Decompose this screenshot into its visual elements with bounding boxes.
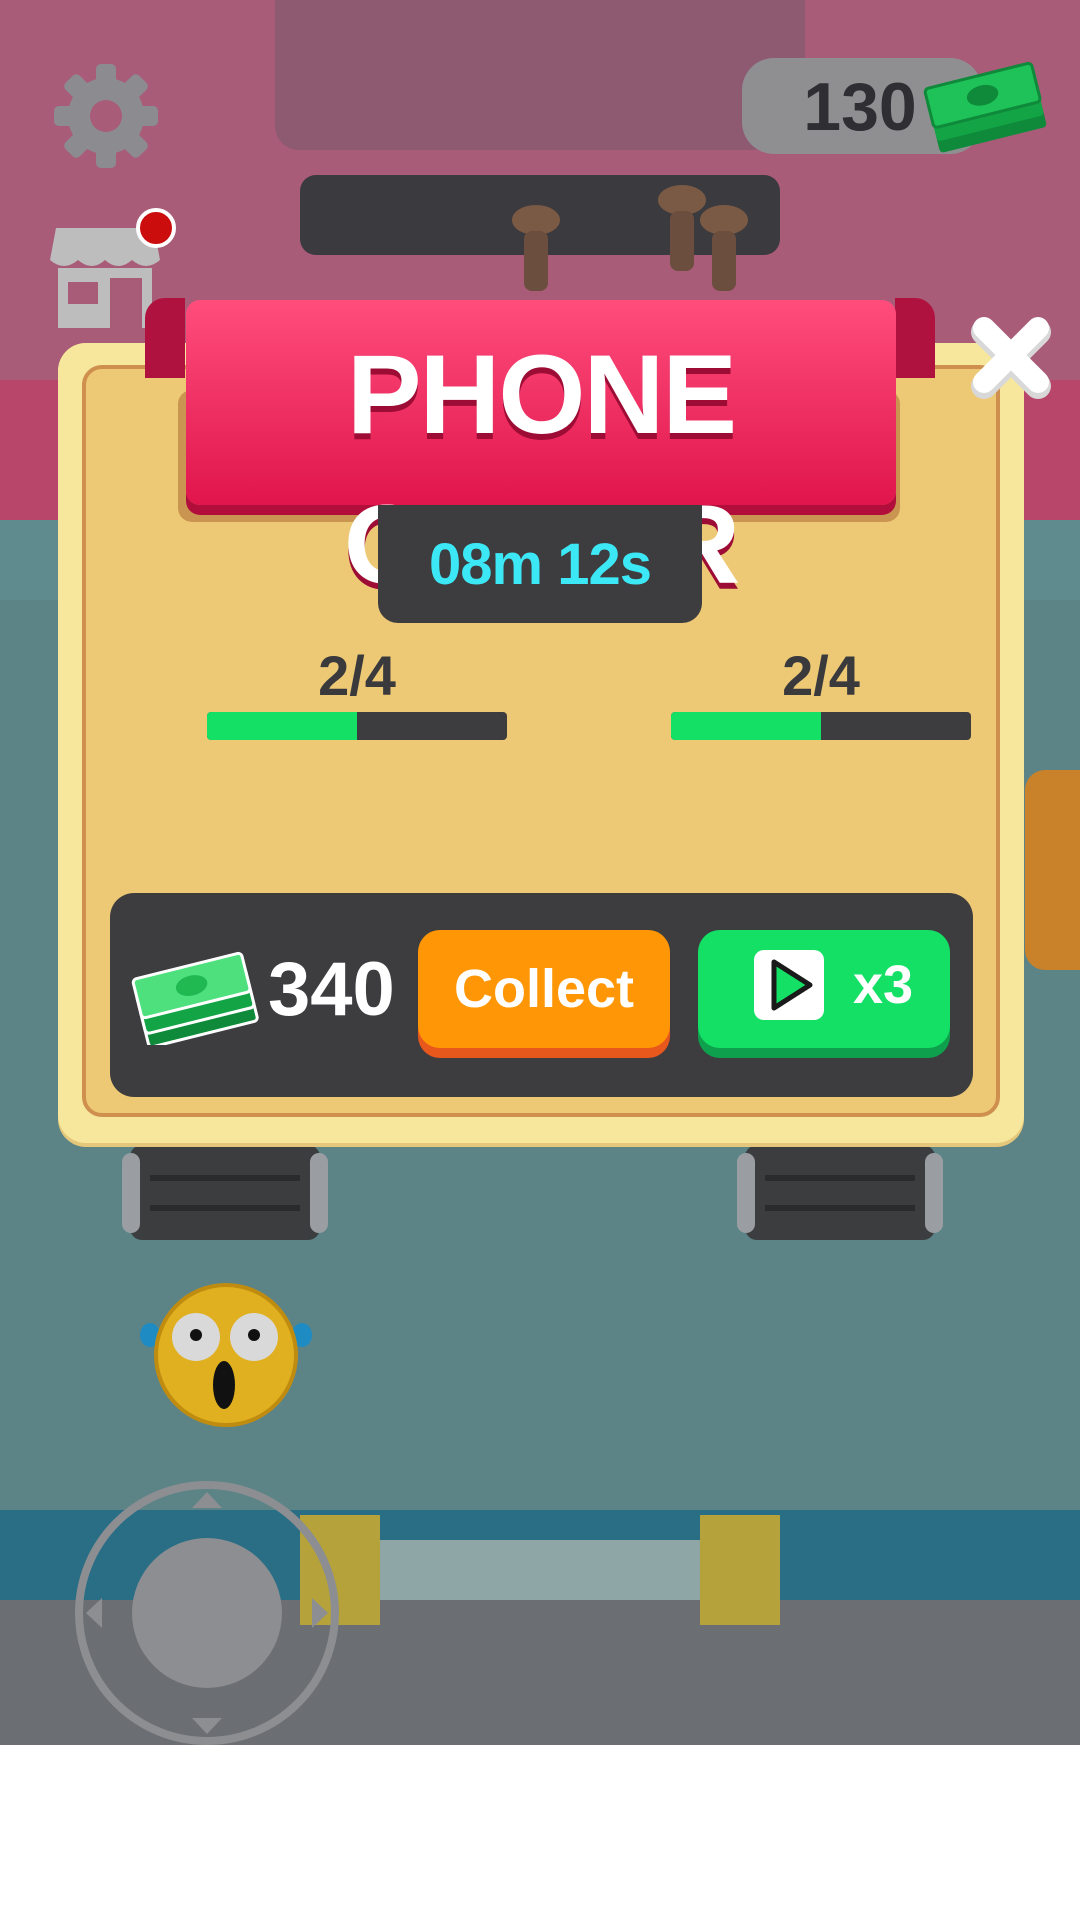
play-video-icon[interactable]: [752, 948, 826, 1022]
shocked-face-icon: [140, 1283, 312, 1427]
machine: [1025, 770, 1080, 970]
order-progress-fill: [207, 712, 357, 740]
bridge: [375, 1540, 705, 1600]
close-icon[interactable]: [966, 312, 1056, 402]
order-progress-bar: [207, 712, 507, 740]
conveyor-belt: [737, 1145, 943, 1240]
banner-ribbon-left: [145, 298, 185, 378]
joystick-icon[interactable]: [72, 1478, 342, 1748]
service-counter: [275, 0, 805, 150]
gear-icon[interactable]: [52, 62, 160, 170]
bridge-post: [700, 1515, 780, 1625]
order-timer: 08m 12s: [429, 532, 652, 597]
conveyor-belt: [122, 1145, 328, 1240]
reward-amount: 340: [268, 947, 395, 1032]
order-progress-bar: [671, 712, 971, 740]
cash-stack-icon: [923, 61, 1047, 153]
cash-stack-icon: [131, 951, 259, 1045]
banner-ribbon-right: [895, 298, 935, 378]
cash-value: 130: [803, 69, 917, 145]
customer-figure: [700, 205, 748, 295]
order-progress-label: 2/4: [782, 644, 860, 707]
order-progress-fill: [671, 712, 821, 740]
customer-figure: [658, 185, 706, 275]
notification-badge: [136, 208, 176, 248]
customer-figure: [512, 205, 560, 295]
order-progress-label: 2/4: [318, 644, 396, 707]
dialog-title: PHONE ORDER: [344, 332, 740, 607]
collect-button-label[interactable]: Collect: [418, 930, 670, 1048]
watch-ad-x3-label[interactable]: x3: [838, 930, 928, 1040]
